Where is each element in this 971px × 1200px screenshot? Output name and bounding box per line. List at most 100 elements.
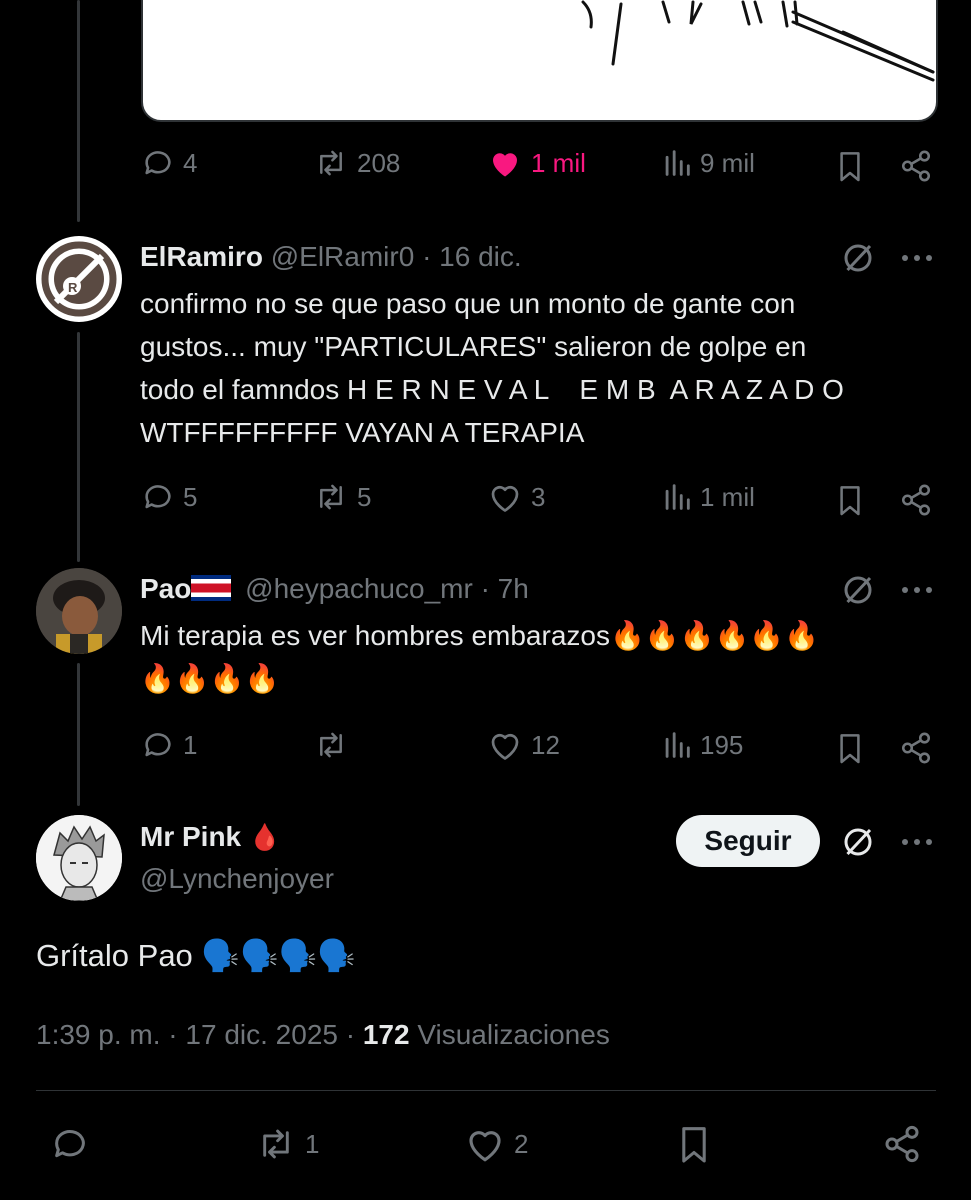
like-button[interactable]: 12 xyxy=(487,728,560,762)
display-name[interactable]: ElRamiro xyxy=(140,241,263,272)
more-options-button[interactable] xyxy=(898,238,936,278)
reply-button[interactable]: 4 xyxy=(141,146,197,180)
share-icon xyxy=(901,484,931,516)
avatar[interactable] xyxy=(36,815,122,901)
grok-icon xyxy=(844,244,872,272)
heart-icon xyxy=(491,485,519,512)
more-options-button[interactable] xyxy=(898,570,936,610)
bookmark-icon xyxy=(840,486,860,516)
share-icon xyxy=(901,150,931,182)
reply-text: Mi terapia es ver hombres embarazos🔥🔥🔥🔥🔥… xyxy=(140,614,940,700)
bookmark-icon xyxy=(840,152,860,182)
analytics-icon xyxy=(665,732,690,758)
reply-header: ElRamiro @ElRamir0 · 16 dic. xyxy=(140,240,522,274)
repost-button[interactable] xyxy=(313,728,357,762)
bookmark-icon xyxy=(840,734,860,764)
like-count: 1 mil xyxy=(531,147,586,178)
repost-icon xyxy=(263,1129,289,1159)
handle[interactable]: @ElRamir0 xyxy=(271,241,415,272)
view-count: 195 xyxy=(700,729,744,760)
post-author-name: Mr Pink 🩸 xyxy=(140,820,281,854)
reply-count: 4 xyxy=(183,147,198,178)
heart-icon xyxy=(491,733,519,760)
quoted-post-actions: 4 208 1 mil 9 mil xyxy=(0,146,971,186)
views-button[interactable]: 195 xyxy=(662,728,743,762)
view-count: 9 mil xyxy=(700,147,755,178)
post-image[interactable] xyxy=(141,0,938,122)
repost-count: 5 xyxy=(357,481,372,512)
reply-button[interactable]: 1 xyxy=(141,728,197,762)
post-metadata: 1:39 p. m. · 17 dic. 2025 · 172 Visualiz… xyxy=(36,1018,610,1052)
share-button[interactable] xyxy=(896,146,936,186)
share-button[interactable] xyxy=(896,480,936,520)
more-icon xyxy=(902,255,932,261)
avatar-illustration xyxy=(36,815,122,901)
reply-count: 1 xyxy=(183,729,198,760)
text-line: confirmo no se que paso que un monto de … xyxy=(140,288,796,319)
more-icon xyxy=(902,839,932,845)
views-count[interactable]: 172 xyxy=(363,1019,410,1050)
grok-icon xyxy=(844,576,872,604)
avatar[interactable]: R xyxy=(36,236,122,322)
repost-icon xyxy=(320,732,342,758)
timestamp[interactable]: · 7h xyxy=(481,573,529,604)
divider xyxy=(36,1090,936,1091)
view-count: 1 mil xyxy=(700,481,755,512)
bookmark-button[interactable] xyxy=(834,146,866,186)
reply-count: 5 xyxy=(183,481,198,512)
like-count: 12 xyxy=(531,729,560,760)
reply-button[interactable]: 5 xyxy=(141,480,197,514)
handle[interactable]: @Lynchenjoyer xyxy=(140,862,334,896)
text-line: WTFFFFFFFFF VAYAN A TERAPIA xyxy=(140,417,585,448)
bookmark-icon xyxy=(682,1127,706,1163)
bookmark-button[interactable] xyxy=(834,480,866,520)
post-actions: 1 2 xyxy=(0,1122,971,1166)
handle[interactable]: @heypachuco_mr xyxy=(245,573,473,604)
grok-button[interactable] xyxy=(838,822,878,862)
post-timestamp[interactable]: 1:39 p. m. · 17 dic. 2025 · xyxy=(36,1019,363,1050)
like-button[interactable]: 2 xyxy=(464,1124,528,1164)
like-button[interactable]: 3 xyxy=(487,480,545,514)
repost-icon xyxy=(320,150,342,176)
guitar-logo-icon: R xyxy=(41,241,117,317)
reply-icon xyxy=(55,1130,85,1158)
reply-header: Pao @heypachuco_mr · 7h xyxy=(140,572,529,606)
post-text: Grítalo Pao 🗣️🗣️🗣️🗣️ xyxy=(36,938,356,973)
reply-icon xyxy=(145,151,171,175)
share-button[interactable] xyxy=(896,728,936,768)
heart-filled-icon xyxy=(493,153,517,177)
avatar-illustration xyxy=(36,568,122,654)
grok-button[interactable] xyxy=(838,570,878,610)
views-button[interactable]: 9 mil xyxy=(662,146,755,180)
views-label: Visualizaciones xyxy=(409,1019,610,1050)
reply-button[interactable] xyxy=(48,1122,92,1166)
display-name[interactable]: Pao xyxy=(140,573,191,604)
like-count: 2 xyxy=(514,1128,529,1159)
thread-line xyxy=(77,0,80,222)
blood-drop-icon: 🩸 xyxy=(248,822,282,852)
text-line: Mi terapia es ver hombres embarazos🔥🔥🔥🔥🔥… xyxy=(140,620,820,651)
reply-icon xyxy=(145,485,171,509)
timestamp[interactable]: · 16 dic. xyxy=(422,241,522,272)
reply-actions: 1 12 195 xyxy=(0,728,971,768)
share-button[interactable] xyxy=(880,1122,924,1166)
repost-button[interactable]: 5 xyxy=(313,480,371,514)
like-count: 3 xyxy=(531,481,546,512)
avatar[interactable] xyxy=(36,568,122,654)
more-options-button[interactable] xyxy=(898,822,936,862)
thread-line xyxy=(77,332,80,562)
follow-button[interactable]: Seguir xyxy=(676,815,820,867)
text-line: 🔥🔥🔥🔥 xyxy=(140,663,280,694)
views-button[interactable]: 1 mil xyxy=(662,480,755,514)
analytics-icon xyxy=(665,150,690,176)
display-name[interactable]: Mr Pink xyxy=(140,821,241,852)
repost-button[interactable]: 208 xyxy=(313,146,400,180)
repost-count: 208 xyxy=(357,147,401,178)
svg-text:R: R xyxy=(68,280,78,295)
grok-button[interactable] xyxy=(838,238,878,278)
bookmark-button[interactable] xyxy=(834,728,866,768)
analytics-icon xyxy=(665,484,690,510)
like-button[interactable]: 1 mil xyxy=(487,146,586,180)
bookmark-button[interactable] xyxy=(674,1122,714,1166)
repost-button[interactable]: 1 xyxy=(255,1124,319,1164)
